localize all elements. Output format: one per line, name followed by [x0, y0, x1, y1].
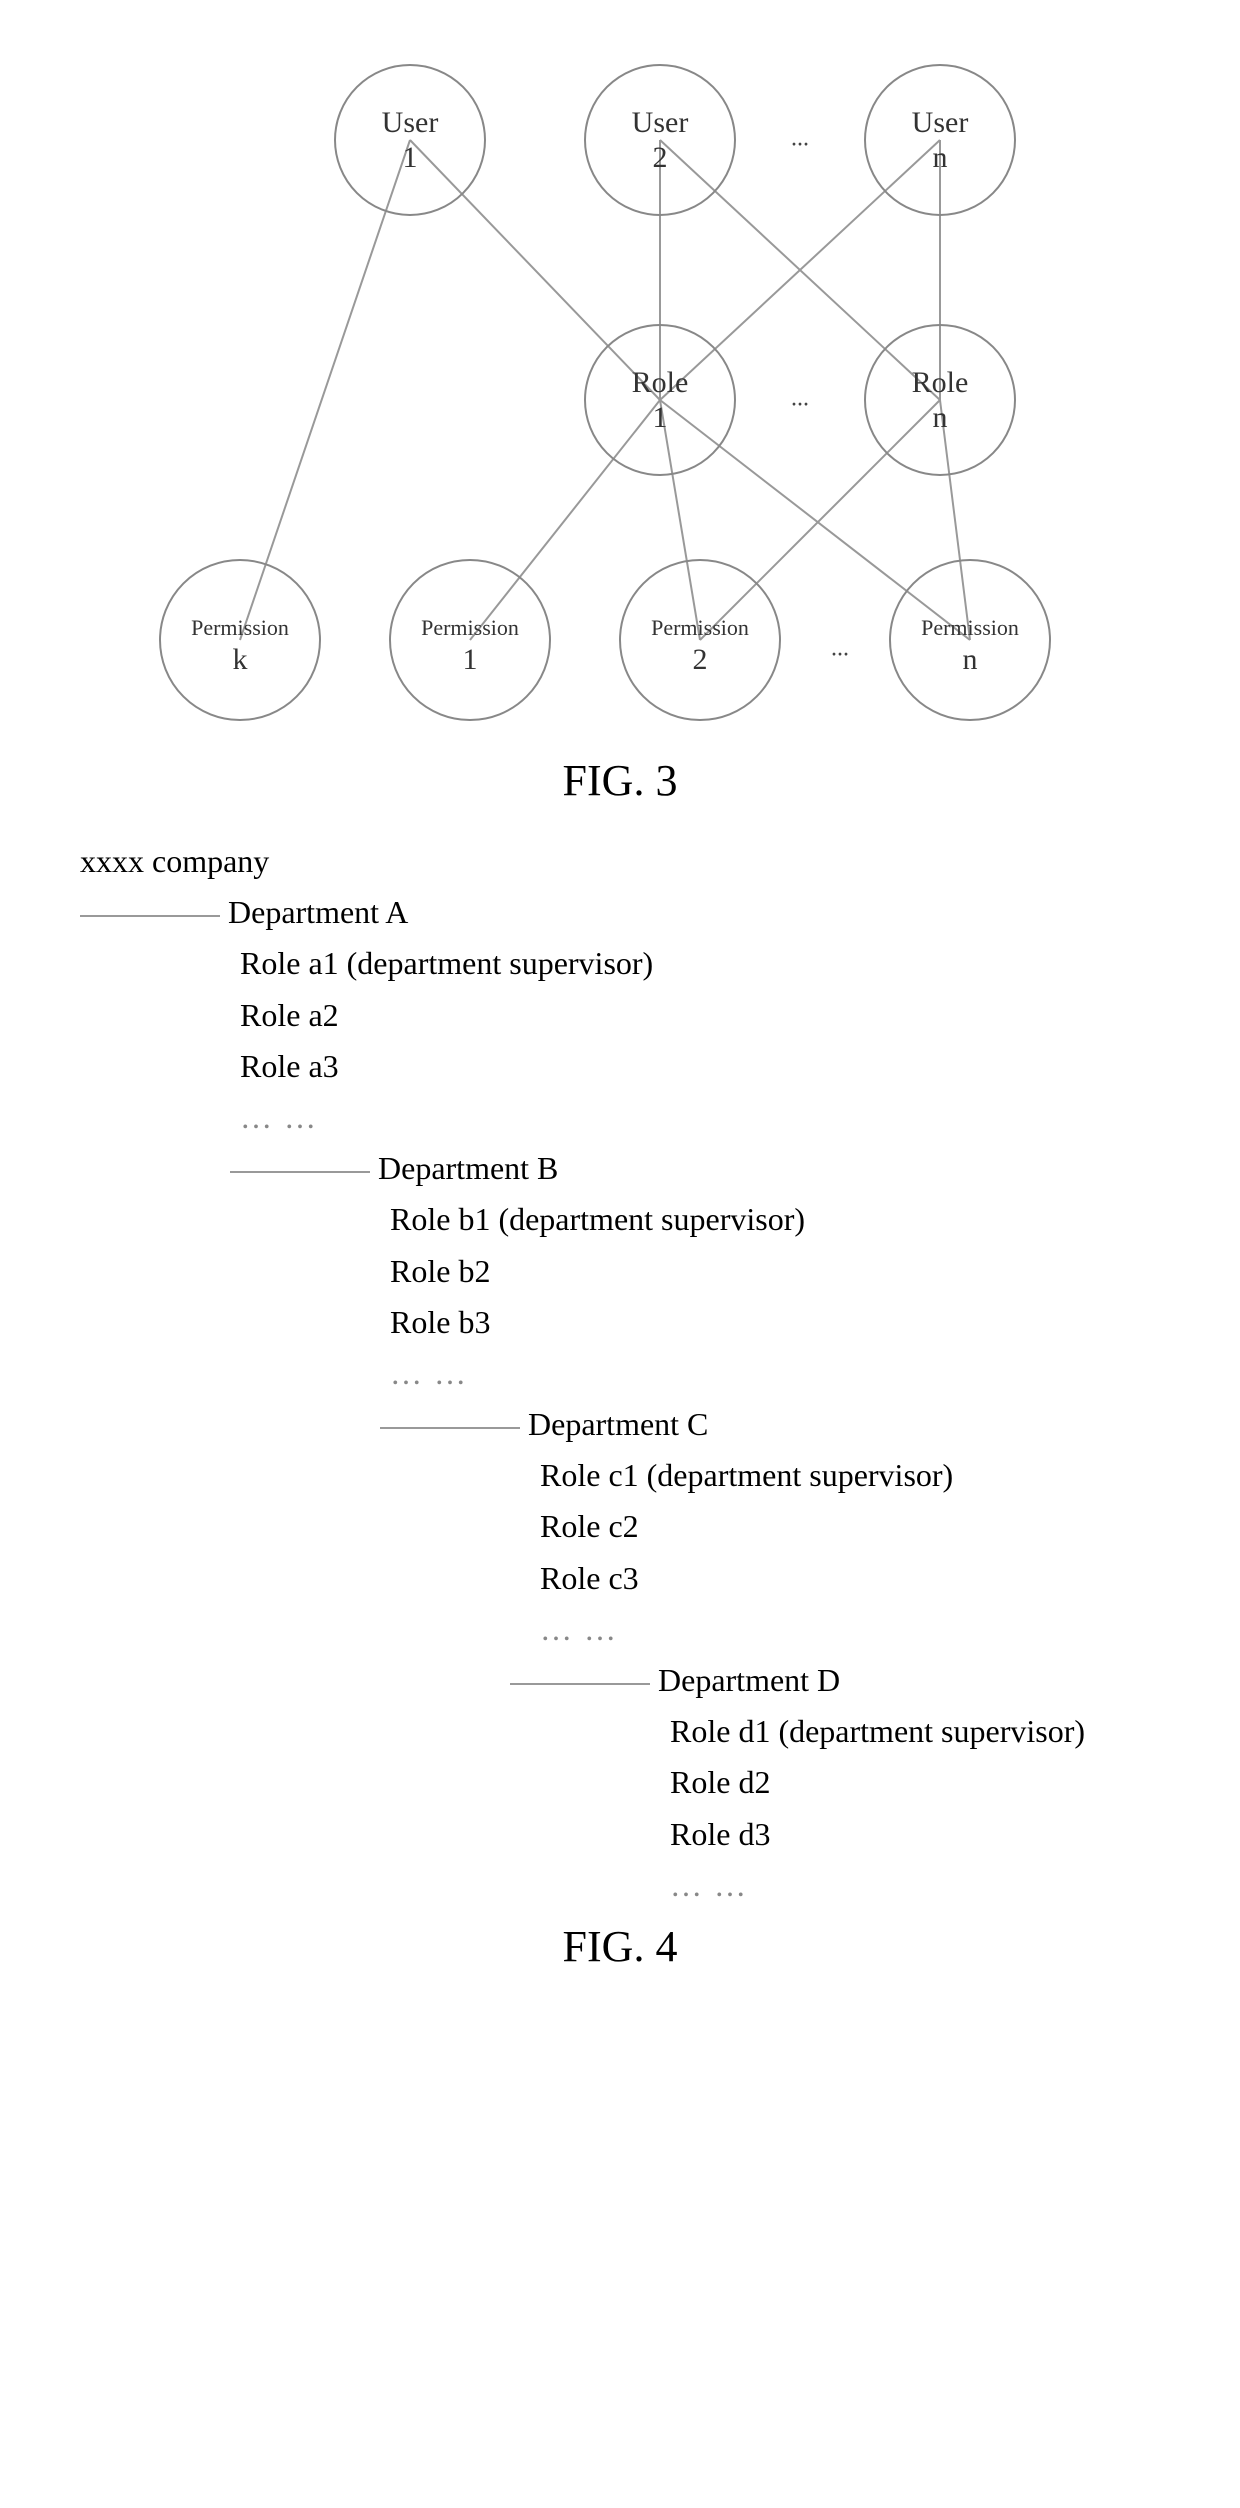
- node-pk-label2: k: [233, 643, 248, 676]
- edge-u1-r1: [410, 140, 660, 400]
- company-name: xxxx company: [80, 836, 1220, 887]
- dept-d-name: Department D: [658, 1662, 840, 1698]
- connector-icon: [80, 915, 220, 917]
- dept-b-name: Department B: [378, 1150, 558, 1186]
- edge-r1-p2: [660, 400, 700, 640]
- node-user-2-label1: User: [632, 106, 689, 139]
- dept-c-name: Department C: [528, 1406, 708, 1442]
- node-user-n-label1: User: [912, 106, 969, 139]
- dept-a-name: Department A: [228, 894, 408, 930]
- role-b3: Role b3: [80, 1297, 1220, 1348]
- node-p2-label1: Permission: [651, 615, 749, 640]
- role-c2: Role c2: [80, 1501, 1220, 1552]
- role-a1: Role a1 (department supervisor): [80, 938, 1220, 989]
- node-user-1-label1: User: [382, 106, 439, 139]
- dept-b-more: … …: [80, 1348, 1220, 1399]
- node-pk-label1: Permission: [191, 615, 289, 640]
- dept-d-more: … …: [80, 1860, 1220, 1911]
- node-permission-2: Permission 2: [620, 560, 780, 720]
- dept-b-row: Department B: [80, 1143, 1220, 1194]
- node-user-1: User 1: [335, 65, 485, 215]
- ellipsis-roles: ...: [791, 386, 809, 412]
- role-d1: Role d1 (department supervisor): [80, 1706, 1220, 1757]
- dept-a-more: … …: [80, 1092, 1220, 1143]
- fig3-svg: User 1 User 2 ... User n Role 1 ... Role…: [140, 40, 1100, 740]
- dept-c-more: … …: [80, 1604, 1220, 1655]
- edge-rn-pn: [940, 400, 970, 640]
- node-p1-label1: Permission: [421, 615, 519, 640]
- figure-3-diagram: User 1 User 2 ... User n Role 1 ... Role…: [140, 40, 1100, 745]
- edge-r1-p1: [470, 400, 660, 640]
- role-d3: Role d3: [80, 1809, 1220, 1860]
- connector-icon: [510, 1683, 650, 1685]
- role-b1: Role b1 (department supervisor): [80, 1194, 1220, 1245]
- edge-rn-p2: [700, 400, 940, 640]
- node-role-1-label1: Role: [632, 366, 689, 399]
- dept-a-row: Department A: [80, 887, 1220, 938]
- fig4-caption: FIG. 4: [20, 1921, 1220, 1972]
- role-b2: Role b2: [80, 1246, 1220, 1297]
- node-p1-label2: 1: [463, 643, 478, 676]
- node-permission-n: Permission n: [890, 560, 1050, 720]
- ellipsis-permissions: ...: [831, 636, 849, 662]
- role-a2: Role a2: [80, 990, 1220, 1041]
- role-c1: Role c1 (department supervisor): [80, 1450, 1220, 1501]
- node-user-1-label2: 1: [403, 141, 418, 174]
- connector-icon: [230, 1171, 370, 1173]
- node-pn-label1: Permission: [921, 615, 1019, 640]
- node-p2-label2: 2: [693, 643, 708, 676]
- role-d2: Role d2: [80, 1757, 1220, 1808]
- node-user-n-label2: n: [933, 141, 948, 174]
- node-role-n-label1: Role: [912, 366, 969, 399]
- ellipsis-users: ...: [791, 126, 809, 152]
- node-user-2-label2: 2: [653, 141, 668, 174]
- role-a3: Role a3: [80, 1041, 1220, 1092]
- connector-icon: [380, 1427, 520, 1429]
- fig3-caption: FIG. 3: [20, 755, 1220, 806]
- node-permission-k: Permission k: [160, 560, 320, 720]
- edge-r1-pn: [660, 400, 970, 640]
- node-pn-label2: n: [963, 643, 978, 676]
- dept-d-row: Department D: [80, 1655, 1220, 1706]
- node-role-1-label2: 1: [653, 401, 668, 434]
- dept-c-row: Department C: [80, 1399, 1220, 1450]
- role-c3: Role c3: [80, 1553, 1220, 1604]
- node-role-n-label2: n: [933, 401, 948, 434]
- node-permission-1: Permission 1: [390, 560, 550, 720]
- figure-4-tree: xxxx company Department A Role a1 (depar…: [80, 836, 1220, 1911]
